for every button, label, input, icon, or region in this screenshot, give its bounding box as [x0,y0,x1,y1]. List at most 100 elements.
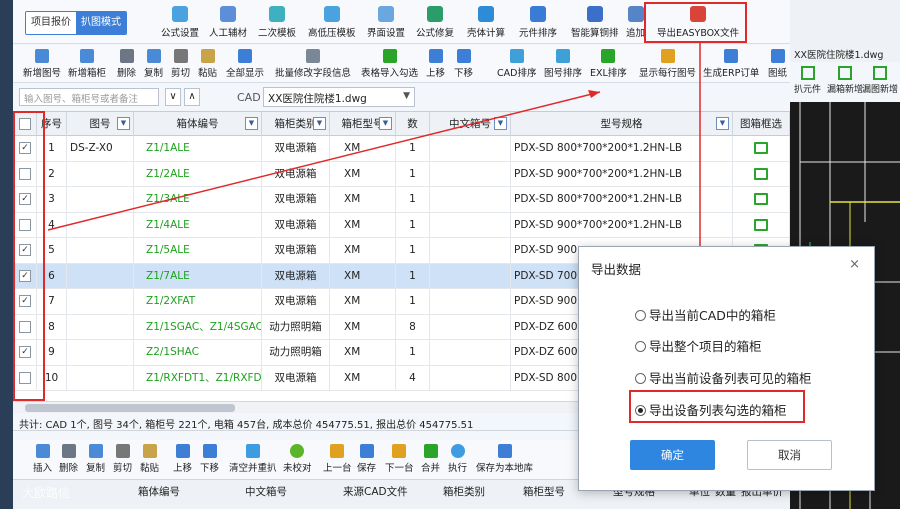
cell-cn-no[interactable] [430,263,511,289]
formula-settings-button[interactable]: 公式设置 [161,6,199,42]
search-next-button[interactable]: ∨ [165,88,181,106]
cad-sort-button[interactable]: CAD排序 [497,49,536,79]
filter-icon[interactable]: ▼ [245,117,258,130]
cell-category[interactable]: 双电源箱 [262,263,330,289]
cell-category[interactable]: 双电源箱 [262,365,330,391]
cell-drawing[interactable] [67,212,134,238]
secondary-template-button[interactable]: 二次模板 [258,6,296,42]
cell-category[interactable]: 动力照明箱 [262,340,330,365]
cell-category[interactable]: 双电源箱 [262,187,330,212]
cell-cn-no[interactable] [430,238,511,263]
detail-copy-button[interactable]: 复制 [86,444,105,474]
cell-box-no[interactable]: Z1/3ALE [134,187,262,212]
table-row[interactable]: 4 Z1/4ALE 双电源箱 XM 1 PDX-SD 900*700*200*1.2HN-… [13,212,790,238]
tree-select-cell[interactable] [733,136,790,161]
smart-busbar-button[interactable]: 智能算铜排 [571,6,619,42]
radio-button[interactable] [635,310,646,321]
tree-select-icon[interactable] [754,142,768,154]
cell-cn-no[interactable] [430,187,511,212]
cell-category[interactable]: 动力照明箱 [262,314,330,340]
tree-select-icon[interactable] [754,193,768,205]
scroll-thumb[interactable] [25,404,235,412]
merge-button[interactable]: 合并 [421,444,440,474]
cell-category[interactable]: 双电源箱 [262,136,330,161]
insert-button[interactable]: 插入 [33,444,52,474]
move-down-button[interactable]: 下移 [454,49,473,79]
filter-icon[interactable]: ▼ [313,117,326,130]
tree-select-cell[interactable] [733,187,790,212]
cell-drawing[interactable] [67,238,134,263]
cell-category[interactable]: 双电源箱 [262,238,330,263]
cell-drawing[interactable] [67,314,134,340]
cell-spec[interactable]: PDX-SD 800*700*200*1.2HN-LB [511,187,733,212]
cell-cn-no[interactable] [430,212,511,238]
tree-select-cell[interactable] [733,161,790,187]
cell-model[interactable]: XM [330,187,396,212]
cell-model[interactable]: XM [330,161,396,187]
batch-edit-button[interactable]: 批量修改字段信息 [275,49,351,79]
detail-delete-button[interactable]: 删除 [59,444,78,474]
cell-box-no[interactable]: Z1/RXFDT1、Z1/RXFDT2 [134,365,262,391]
labor-materials-button[interactable]: 人工辅材 [209,6,247,42]
cell-cn-no[interactable] [430,136,511,161]
show-drawing-per-row-button[interactable]: 显示每行图号 [639,49,696,79]
excel-sort-button[interactable]: EXL排序 [590,49,627,79]
clear-retrace-button[interactable]: 清空并重扒 [229,444,277,474]
cell-box-no[interactable]: Z2/1SHAC [134,340,262,365]
drawing-button[interactable]: 图纸 [768,49,787,79]
cell-drawing[interactable] [67,340,134,365]
cell-cn-no[interactable] [430,314,511,340]
ok-button[interactable]: 确定 [630,440,715,470]
cell-qty[interactable]: 1 [396,136,430,161]
paste-button[interactable]: 黏贴 [198,49,217,79]
cell-category[interactable]: 双电源箱 [262,161,330,187]
detail-up-button[interactable]: 上移 [173,444,192,474]
cell-drawing[interactable] [67,365,134,391]
cell-model[interactable]: XM [330,136,396,161]
cell-spec[interactable]: PDX-SD 900*700*200*1.2HN-LB [511,212,733,238]
option-visible-list[interactable]: 导出当前设备列表可见的箱柜 [635,368,812,387]
hv-lv-template-button[interactable]: 高低压模板 [308,6,356,42]
cell-model[interactable]: XM [330,238,396,263]
cell-category[interactable]: 双电源箱 [262,289,330,314]
cell-box-no[interactable]: Z1/2XFAT [134,289,262,314]
cell-cn-no[interactable] [430,289,511,314]
trace-component-button[interactable]: 扒元件 [794,66,821,95]
close-icon[interactable]: × [849,257,860,272]
cell-drawing[interactable] [67,263,134,289]
component-sort-button[interactable]: 元件排序 [519,6,557,42]
cell-model[interactable]: XM [330,212,396,238]
generate-erp-button[interactable]: 生成ERP订单 [703,49,759,79]
cell-qty[interactable]: 1 [396,263,430,289]
cell-model[interactable]: XM [330,314,396,340]
cell-box-no[interactable]: Z1/1SGAC、Z1/4SGAC、 [134,314,262,340]
cell-box-no[interactable]: Z1/5ALE [134,238,262,263]
detail-down-button[interactable]: 下移 [200,444,219,474]
unchecked-button[interactable]: 未校对 [283,444,312,474]
delete-button[interactable]: 删除 [117,49,136,79]
cell-model[interactable]: XM [330,340,396,365]
cell-box-no[interactable]: Z1/7ALE [134,263,262,289]
mode-trace-button[interactable]: 扒图模式 [76,12,126,34]
next-unit-button[interactable]: 下一台 [385,444,414,474]
filter-icon[interactable]: ▼ [117,117,130,130]
move-up-button[interactable]: 上移 [426,49,445,79]
detail-paste-button[interactable]: 黏贴 [140,444,159,474]
radio-button[interactable] [635,373,646,384]
mode-quote-button[interactable]: 项目报价 [26,12,76,34]
cell-qty[interactable]: 1 [396,187,430,212]
formula-repair-button[interactable]: 公式修复 [416,6,454,42]
missing-drawing-add-button[interactable]: 漏图新增 [862,66,898,95]
copy-button[interactable]: 复制 [144,49,163,79]
append-button[interactable]: 追加 [626,6,645,42]
save-local-library-button[interactable]: 保存为本地库 [476,444,533,474]
cell-model[interactable]: XM [330,289,396,314]
missing-box-add-button[interactable]: 漏箱新增 [827,66,863,95]
cad-file-select[interactable]: XX医院住院楼1.dwg ▼ [263,87,415,107]
cell-qty[interactable]: 1 [396,212,430,238]
filter-icon[interactable]: ▼ [494,117,507,130]
shell-calc-button[interactable]: 壳体计算 [467,6,505,42]
cell-model[interactable]: XM [330,365,396,391]
cancel-button[interactable]: 取消 [747,440,832,470]
ui-settings-button[interactable]: 界面设置 [367,6,405,42]
